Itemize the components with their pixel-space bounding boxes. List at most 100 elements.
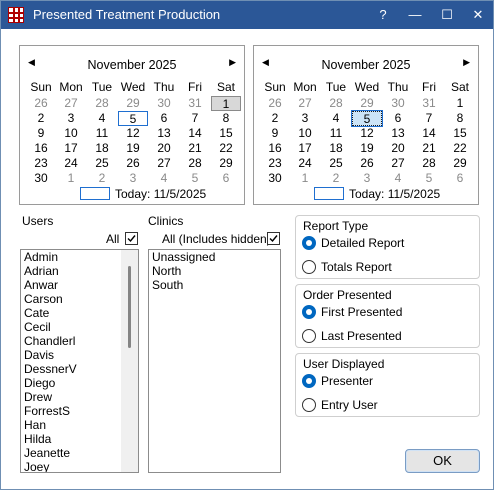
calendar-day[interactable]: 30 bbox=[149, 96, 179, 111]
calendar-day[interactable]: 18 bbox=[321, 141, 351, 156]
clinics-listbox[interactable]: Unassigned North South bbox=[148, 249, 281, 473]
calendar-day[interactable]: 4 bbox=[383, 171, 413, 186]
calendar-day[interactable]: 4 bbox=[321, 111, 351, 126]
list-item[interactable]: Unassigned bbox=[149, 250, 280, 264]
calendar-day[interactable]: 26 bbox=[260, 96, 290, 111]
today-label[interactable]: Today: 11/5/2025 bbox=[115, 187, 206, 201]
calendar-day[interactable]: 31 bbox=[414, 96, 444, 111]
calendar-day[interactable]: 12 bbox=[118, 126, 148, 141]
detailed-report-radio[interactable] bbox=[302, 236, 316, 250]
calendar-day[interactable]: 31 bbox=[180, 96, 210, 111]
calendar-day[interactable]: 2 bbox=[87, 171, 117, 186]
calendar-day[interactable]: 1 bbox=[290, 171, 320, 186]
calendar-day[interactable]: 2 bbox=[260, 111, 290, 126]
calendar-day[interactable]: 13 bbox=[149, 126, 179, 141]
calendar-day[interactable]: 28 bbox=[87, 96, 117, 111]
users-all-checkbox[interactable] bbox=[125, 232, 138, 245]
next-month-icon[interactable]: ▶ bbox=[229, 57, 236, 68]
totals-report-label[interactable]: Totals Report bbox=[321, 260, 392, 274]
presenter-label[interactable]: Presenter bbox=[321, 374, 373, 388]
calendar-day[interactable]: 16 bbox=[26, 141, 56, 156]
calendar-day[interactable]: 30 bbox=[26, 171, 56, 186]
calendar-day[interactable]: 27 bbox=[149, 156, 179, 171]
today-label[interactable]: Today: 11/5/2025 bbox=[349, 187, 440, 201]
calendar-day[interactable]: 1 bbox=[211, 96, 241, 111]
calendar-day[interactable]: 21 bbox=[180, 141, 210, 156]
last-presented-label[interactable]: Last Presented bbox=[321, 329, 402, 343]
help-button[interactable]: ? bbox=[367, 1, 399, 29]
calendar-day[interactable]: 29 bbox=[211, 156, 241, 171]
calendar-day[interactable]: 6 bbox=[445, 171, 475, 186]
calendar-day[interactable]: 5 bbox=[118, 111, 148, 126]
calendar-day[interactable]: 7 bbox=[180, 111, 210, 126]
calendar-day[interactable]: 10 bbox=[56, 126, 86, 141]
clinics-all-checkbox[interactable] bbox=[267, 232, 280, 245]
calendar-month-label[interactable]: November 2025 bbox=[254, 58, 478, 72]
calendar-day[interactable]: 4 bbox=[149, 171, 179, 186]
calendar-day[interactable]: 14 bbox=[414, 126, 444, 141]
first-presented-label[interactable]: First Presented bbox=[321, 305, 402, 319]
calendar-day[interactable]: 5 bbox=[414, 171, 444, 186]
calendar-day[interactable]: 16 bbox=[260, 141, 290, 156]
calendar-day[interactable]: 24 bbox=[56, 156, 86, 171]
calendar-day[interactable]: 18 bbox=[87, 141, 117, 156]
calendar-day[interactable]: 27 bbox=[383, 156, 413, 171]
calendar-day[interactable]: 9 bbox=[260, 126, 290, 141]
calendar-day[interactable]: 2 bbox=[26, 111, 56, 126]
calendar-day[interactable]: 15 bbox=[445, 126, 475, 141]
calendar-day[interactable]: 27 bbox=[290, 96, 320, 111]
maximize-button[interactable]: ☐ bbox=[431, 1, 463, 29]
calendar-day[interactable]: 25 bbox=[321, 156, 351, 171]
calendar-day[interactable]: 23 bbox=[260, 156, 290, 171]
users-listbox[interactable]: Admin Adrian Anwar Carson Cate Cecil Chandlerl… bbox=[20, 249, 139, 473]
calendar-day[interactable]: 26 bbox=[352, 156, 382, 171]
calendar-day[interactable]: 26 bbox=[26, 96, 56, 111]
calendar-day[interactable]: 17 bbox=[56, 141, 86, 156]
totals-report-radio[interactable] bbox=[302, 260, 316, 274]
calendar-day[interactable]: 1 bbox=[445, 96, 475, 111]
calendar-day[interactable]: 20 bbox=[383, 141, 413, 156]
calendar-day[interactable]: 6 bbox=[383, 111, 413, 126]
detailed-report-label[interactable]: Detailed Report bbox=[321, 236, 404, 250]
last-presented-radio[interactable] bbox=[302, 329, 316, 343]
calendar-month-label[interactable]: November 2025 bbox=[20, 58, 244, 72]
calendar-day[interactable]: 23 bbox=[26, 156, 56, 171]
calendar-day[interactable]: 19 bbox=[352, 141, 382, 156]
calendar-day[interactable]: 22 bbox=[445, 141, 475, 156]
calendar-day[interactable]: 30 bbox=[260, 171, 290, 186]
calendar-day[interactable]: 5 bbox=[351, 110, 383, 127]
calendar-day[interactable]: 5 bbox=[180, 171, 210, 186]
next-month-icon[interactable]: ▶ bbox=[463, 57, 470, 68]
calendar-day[interactable]: 21 bbox=[414, 141, 444, 156]
calendar-day[interactable]: 4 bbox=[87, 111, 117, 126]
calendar-day[interactable]: 28 bbox=[321, 96, 351, 111]
calendar-day[interactable]: 27 bbox=[56, 96, 86, 111]
calendar-day[interactable]: 3 bbox=[118, 171, 148, 186]
calendar-day[interactable]: 29 bbox=[445, 156, 475, 171]
entry-user-radio[interactable] bbox=[302, 398, 316, 412]
calendar-day[interactable]: 7 bbox=[414, 111, 444, 126]
calendar-day[interactable]: 11 bbox=[87, 126, 117, 141]
list-item[interactable]: North bbox=[149, 264, 280, 278]
calendar-day[interactable]: 29 bbox=[118, 96, 148, 111]
calendar-day[interactable]: 12 bbox=[352, 126, 382, 141]
first-presented-radio[interactable] bbox=[302, 305, 316, 319]
calendar-day[interactable]: 13 bbox=[383, 126, 413, 141]
calendar-day[interactable]: 24 bbox=[290, 156, 320, 171]
calendar-day[interactable]: 17 bbox=[290, 141, 320, 156]
users-scroll-thumb[interactable] bbox=[128, 266, 131, 348]
close-button[interactable]: ✕ bbox=[462, 1, 494, 29]
calendar-day[interactable]: 3 bbox=[290, 111, 320, 126]
calendar-day[interactable]: 25 bbox=[87, 156, 117, 171]
calendar-day[interactable]: 26 bbox=[118, 156, 148, 171]
calendar-day[interactable]: 22 bbox=[211, 141, 241, 156]
calendar-day[interactable]: 11 bbox=[321, 126, 351, 141]
calendar-day[interactable]: 30 bbox=[383, 96, 413, 111]
calendar-day[interactable]: 6 bbox=[211, 171, 241, 186]
calendar-day[interactable]: 29 bbox=[352, 96, 382, 111]
calendar-day[interactable]: 3 bbox=[56, 111, 86, 126]
list-item[interactable]: South bbox=[149, 278, 280, 292]
minimize-button[interactable]: — bbox=[399, 1, 431, 29]
entry-user-label[interactable]: Entry User bbox=[321, 398, 378, 412]
calendar-day[interactable]: 6 bbox=[149, 111, 179, 126]
